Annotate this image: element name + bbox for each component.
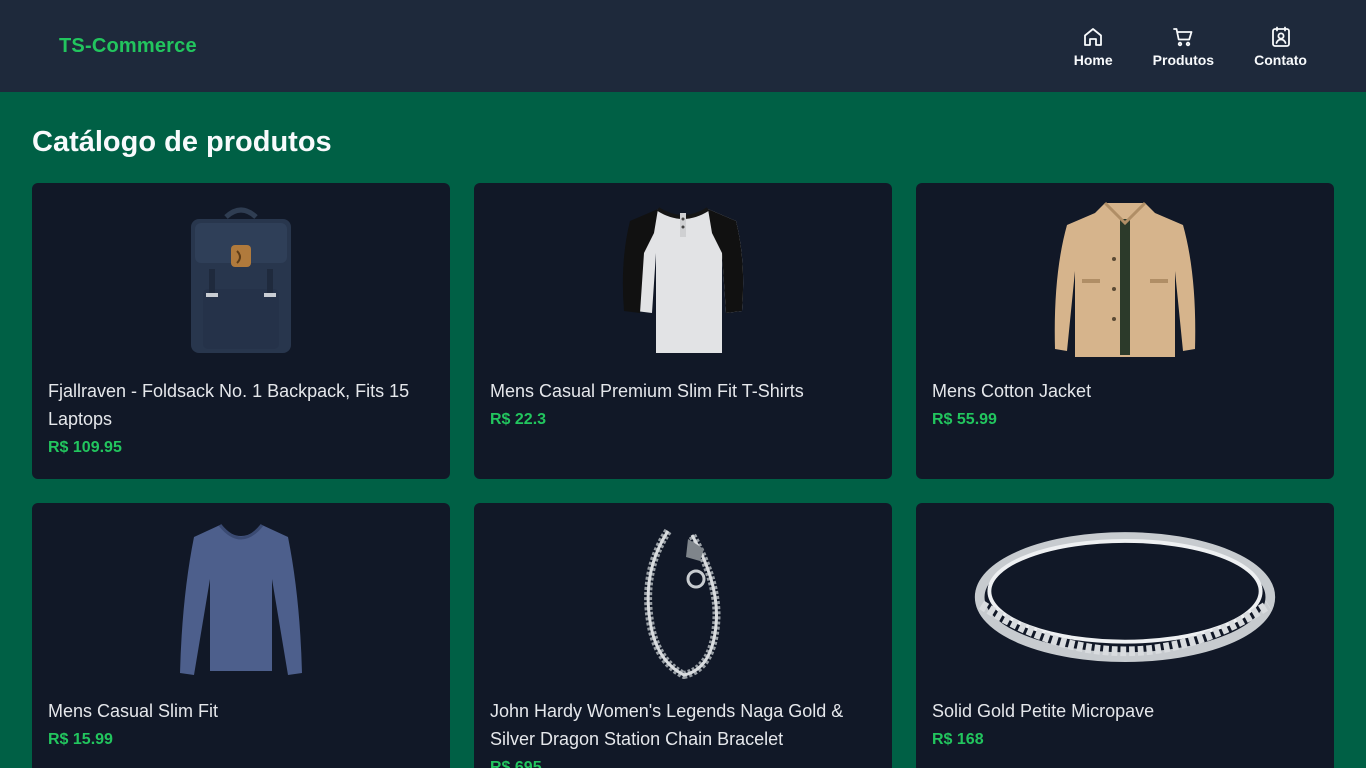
jacket-image [932,199,1318,359]
product-price: R$ 695 [490,759,542,768]
product-card[interactable]: Fjallraven - Foldsack No. 1 Backpack, Fi… [32,183,450,479]
product-price: R$ 109.95 [48,439,122,456]
product-card[interactable]: Mens Casual Slim Fit R$ 15.99 [32,503,450,768]
product-title: John Hardy Women's Legends Naga Gold & S… [490,701,844,749]
product-price: R$ 15.99 [48,731,113,748]
product-grid: Fjallraven - Foldsack No. 1 Backpack, Fi… [32,183,1334,768]
nav-produtos-label: Produtos [1152,51,1215,68]
nav-contato-label: Contato [1254,51,1307,68]
brand-logo[interactable]: TS-Commerce [59,35,197,58]
product-card[interactable]: John Hardy Women's Legends Naga Gold & S… [474,503,892,768]
product-price: R$ 55.99 [932,411,997,428]
page-title: Catálogo de produtos [32,126,332,158]
tshirt-image [490,199,876,359]
top-header: TS-Commerce Home Produtos Contato [0,0,1366,92]
product-card[interactable]: Mens Casual Premium Slim Fit T-Shirts R$… [474,183,892,479]
product-title: Mens Casual Slim Fit [48,701,219,721]
product-title: Solid Gold Petite Micropave [932,701,1155,721]
nav-produtos[interactable]: Produtos [1153,25,1214,68]
catalog-main: Catálogo de produtos Fjallraven - Foldsa… [0,92,1366,768]
product-card[interactable]: Mens Cotton Jacket R$ 55.99 [916,183,1334,479]
product-price: R$ 168 [932,731,984,748]
nav-home[interactable]: Home [1074,25,1113,68]
product-title: Mens Casual Premium Slim Fit T-Shirts [490,381,804,401]
product-card[interactable]: Solid Gold Petite Micropave R$ 168 [916,503,1334,768]
backpack-image [48,199,434,359]
product-price: R$ 22.3 [490,411,547,428]
cart-icon [1171,25,1195,49]
main-nav: Home Produtos Contato [1074,25,1307,68]
contact-icon [1269,25,1293,49]
product-title: Fjallraven - Foldsack No. 1 Backpack, Fi… [48,381,410,429]
home-icon [1081,25,1105,49]
longsleeve-image [48,519,434,679]
bracelet-image [490,519,876,679]
nav-home-label: Home [1073,51,1113,68]
product-title: Mens Cotton Jacket [932,381,1092,401]
ring-image [932,519,1318,679]
nav-contato[interactable]: Contato [1254,25,1307,68]
